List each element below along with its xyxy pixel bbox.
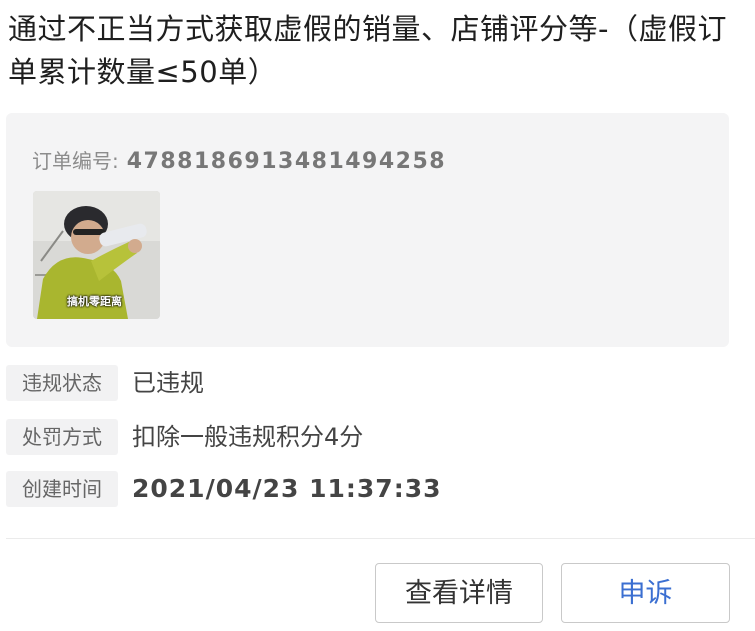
product-thumbnail[interactable]: 搞机零距离 (33, 191, 160, 319)
thumbnail-caption: 搞机零距离 (67, 295, 122, 308)
view-details-button[interactable]: 查看详情 (375, 563, 543, 623)
order-number-value: 4788186913481494258 (126, 149, 447, 174)
created-time-label: 创建时间 (6, 471, 118, 507)
order-card: 订单编号: 4788186913481494258 搞机零距离 (6, 113, 729, 347)
order-number-line: 订单编号: 4788186913481494258 (32, 145, 446, 174)
created-time-value: 2021/04/23 11:37:33 (132, 474, 442, 503)
status-label: 违规状态 (6, 365, 118, 401)
violation-title: 通过不正当方式获取虚假的销量、店铺评分等-（虚假订单累计数量≤50单） (8, 12, 727, 89)
divider (6, 538, 755, 539)
status-value: 已违规 (132, 369, 204, 397)
appeal-button[interactable]: 申诉 (561, 563, 730, 623)
penalty-label: 处罚方式 (6, 419, 118, 455)
penalty-value: 扣除一般违规积分4分 (132, 423, 364, 451)
order-number-label: 订单编号: (32, 149, 119, 173)
